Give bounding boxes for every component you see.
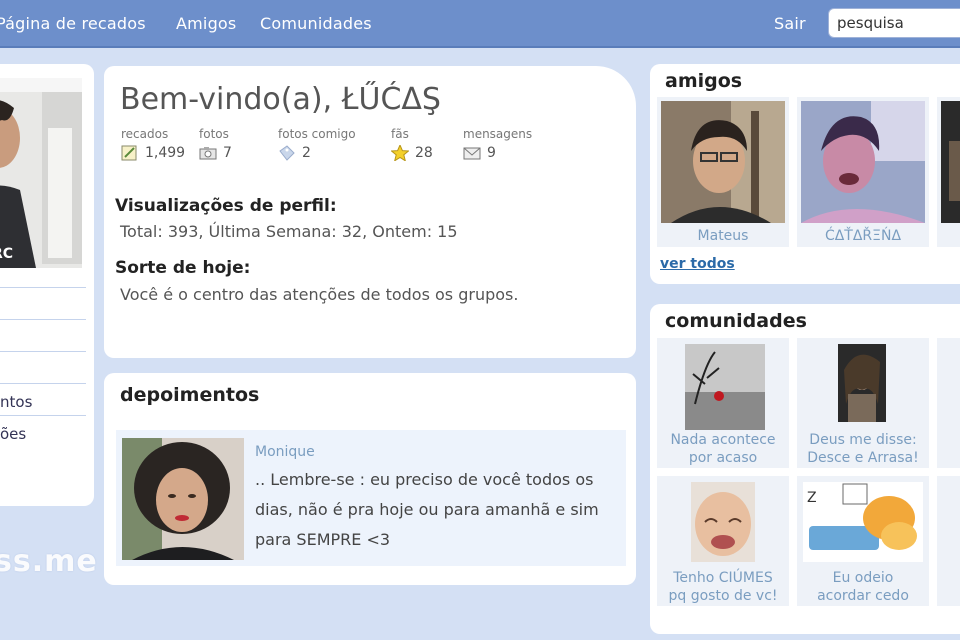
communities-title: comunidades [665, 310, 807, 332]
profile-photo[interactable]: RC [0, 78, 82, 268]
friend-photo[interactable] [941, 101, 960, 223]
testimonial-author-link[interactable]: Monique [255, 444, 315, 460]
friend-name[interactable]: Mateus [657, 228, 789, 244]
profile-views-text: Total: 393, Última Semana: 32, Ontem: 15 [120, 222, 458, 241]
nav-link-communities[interactable]: Comunidades [260, 14, 372, 33]
community-image[interactable] [691, 482, 755, 562]
nav-link-friends[interactable]: Amigos [176, 14, 236, 33]
star-icon [390, 143, 410, 162]
community-image[interactable] [685, 344, 765, 430]
notepad-icon [121, 145, 139, 161]
daily-luck-title: Sorte de hoje: [115, 258, 251, 278]
community-image[interactable] [838, 344, 886, 422]
community-name[interactable]: Tenho CIÚMES pq gosto de vc! [657, 569, 789, 605]
community-tile[interactable] [937, 338, 960, 468]
stat-label: recados [121, 127, 169, 141]
left-menu-item[interactable] [0, 351, 86, 383]
left-menu-item[interactable] [0, 319, 86, 351]
community-tile[interactable] [937, 476, 960, 606]
stat-label: fotos comigo [278, 127, 356, 141]
stat-fans[interactable]: fãs 28 [390, 127, 433, 162]
testimonials-title: depoimentos [120, 384, 260, 406]
camera-icon [199, 145, 217, 161]
stat-photos[interactable]: fotos 7 [199, 127, 232, 161]
watermark: ss.me [0, 544, 98, 579]
stat-label: mensagens [463, 127, 533, 141]
left-menu-item[interactable]: ntos [0, 383, 86, 415]
community-name[interactable]: Nada acontece por acaso [657, 431, 789, 467]
testimonial-author-photo[interactable] [122, 438, 244, 560]
stat-value: 7 [223, 145, 232, 161]
community-name[interactable]: Eu odeio acordar cedo [797, 569, 929, 605]
stat-label: fãs [391, 127, 409, 141]
search-input[interactable] [828, 8, 960, 38]
testimonial-text: .. Lembre-se : eu preciso de você todos … [255, 470, 599, 549]
left-menu-item[interactable]: ões [0, 415, 86, 447]
stat-label: fotos [199, 127, 229, 141]
left-menu: ntos ões [0, 287, 86, 447]
friend-name[interactable]: ĆΔŤΔŘΞŃΔ [797, 228, 929, 244]
community-name[interactable]: Deus me disse: Desce e Arrasa! [797, 431, 929, 467]
nav-link-home[interactable]: Página de recados [0, 14, 146, 33]
photo-tag-icon [278, 145, 296, 161]
stat-messages[interactable]: mensagens 9 [463, 127, 532, 161]
friends-title: amigos [665, 70, 743, 92]
svg-text:RC: RC [0, 246, 13, 262]
friend-photo[interactable] [801, 101, 925, 223]
daily-luck-text: Você é o centro das atenções de todos os… [120, 285, 519, 304]
nav-link-logout[interactable]: Sair [774, 14, 806, 33]
see-all-friends-link[interactable]: ver todos [660, 256, 735, 272]
stat-photos-with-me[interactable]: fotos comigo 2 [278, 127, 356, 161]
top-navigation-bar: Página de recados Amigos Comunidades Sai… [0, 0, 960, 48]
community-image[interactable]: Z [803, 482, 923, 562]
left-menu-item[interactable] [0, 287, 86, 319]
friend-photo[interactable] [661, 101, 785, 223]
stat-value: 28 [415, 145, 433, 161]
svg-text:Z: Z [807, 490, 817, 506]
stat-value: 1,499 [145, 145, 186, 161]
envelope-icon [463, 145, 481, 161]
welcome-heading: Bem-vindo(a), ŁŰĆΔŞ [120, 82, 441, 117]
stat-scraps[interactable]: recados 1,499 [121, 127, 185, 161]
profile-views-title: Visualizações de perfil: [115, 196, 337, 216]
stat-value: 2 [302, 145, 311, 161]
stat-value: 9 [487, 145, 496, 161]
